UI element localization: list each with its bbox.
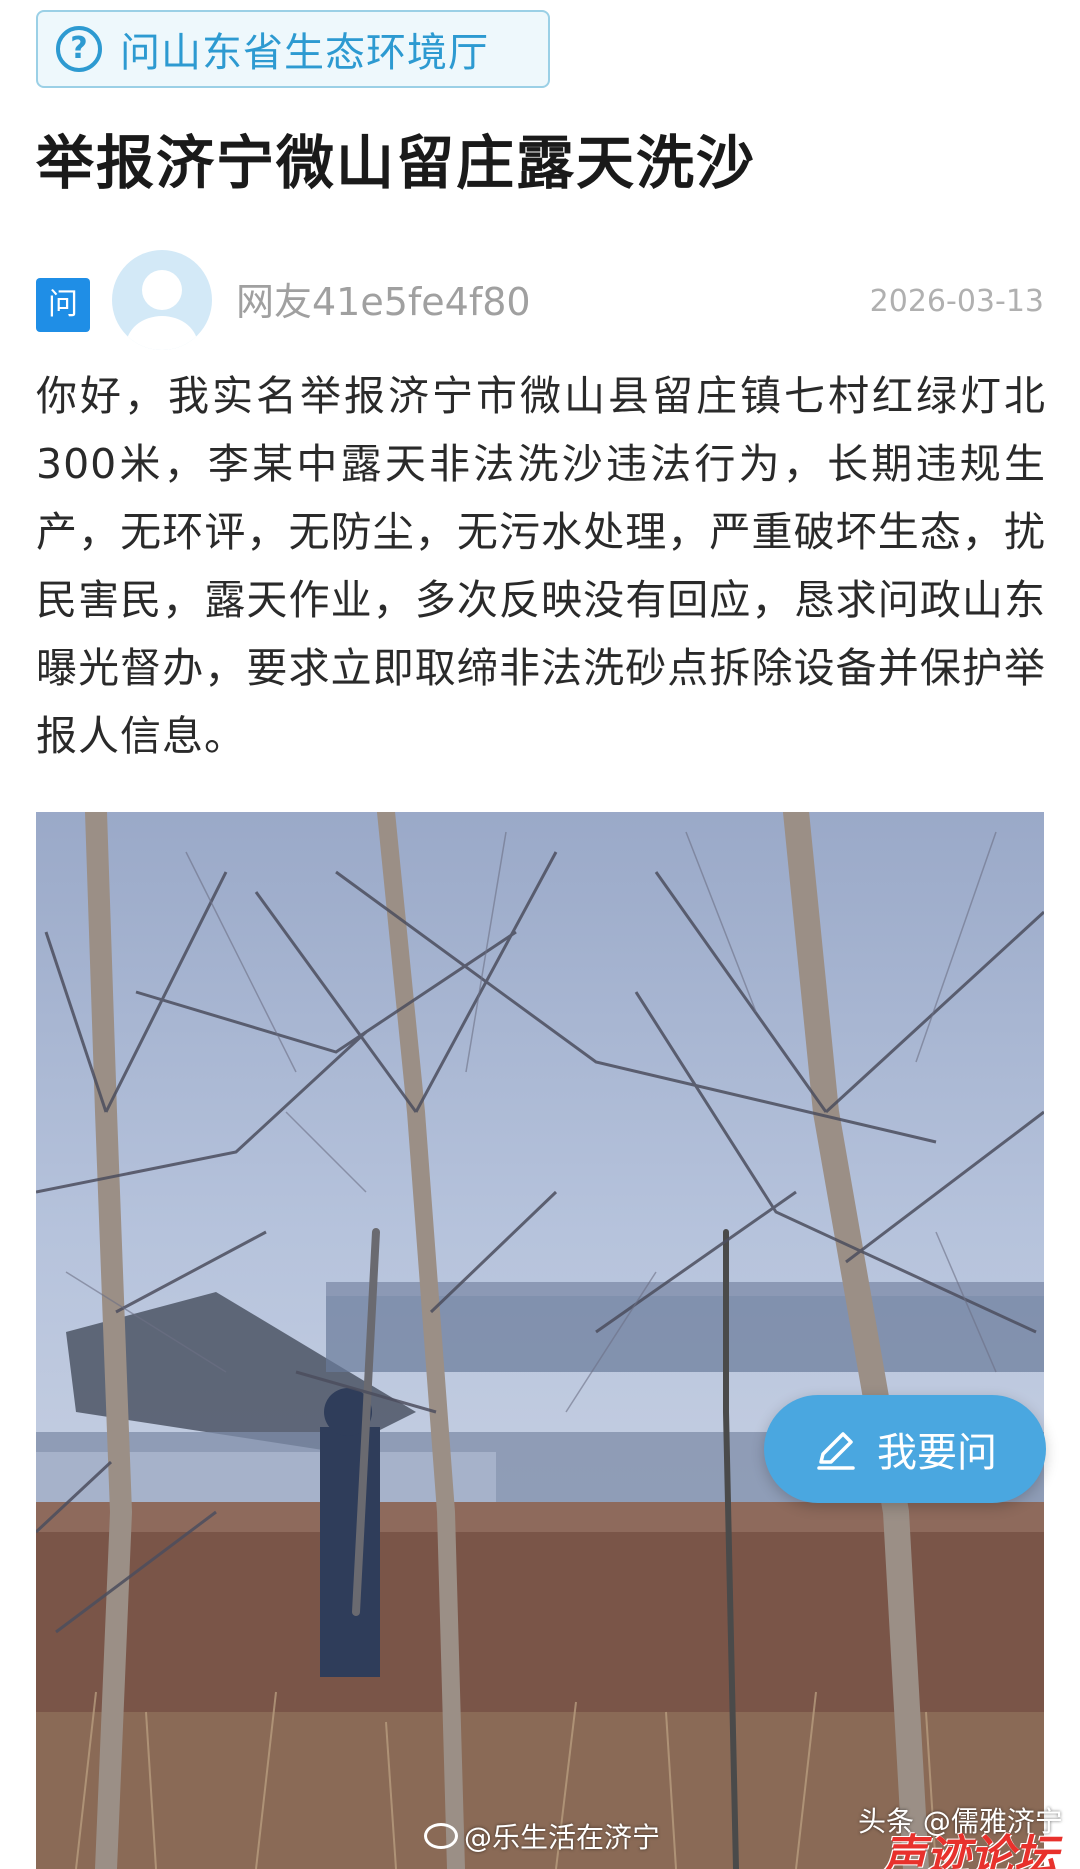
username[interactable]: 网友41e5fe4f80 (236, 278, 531, 326)
post-content: 你好，我实名举报济宁市微山县留庄镇七村红绿灯北300米，李某中露天非法洗沙违法行… (36, 372, 1046, 760)
weibo-icon (424, 1823, 458, 1849)
ask-question-label: 我要问 (877, 1430, 997, 1476)
post-title: 举报济宁微山留庄露天洗沙 (36, 129, 757, 197)
ask-badge: 问 (36, 278, 90, 332)
ask-question-button[interactable]: 我要问 (764, 1395, 1046, 1503)
question-circle-icon: ? (56, 26, 102, 72)
weibo-watermark: @乐生活在济宁 (424, 1816, 660, 1856)
department-tag[interactable]: ? 问山东省生态环境厅 (36, 10, 550, 88)
author-row: 问 网友41e5fe4f80 2026-03-13 (36, 250, 1044, 350)
forum-logo-watermark: 声迹论坛 (882, 1831, 1058, 1869)
department-name: 问山东省生态环境厅 (120, 30, 489, 76)
attached-photo[interactable] (36, 812, 1044, 1869)
weibo-watermark-text: @乐生活在济宁 (464, 1821, 661, 1854)
post-date: 2026-03-13 (869, 284, 1044, 319)
user-avatar-icon[interactable] (112, 250, 212, 350)
pen-edit-icon (817, 1432, 855, 1470)
page: ? 问山东省生态环境厅 举报济宁微山留庄露天洗沙 问 网友41e5fe4f80 … (0, 0, 1080, 1869)
